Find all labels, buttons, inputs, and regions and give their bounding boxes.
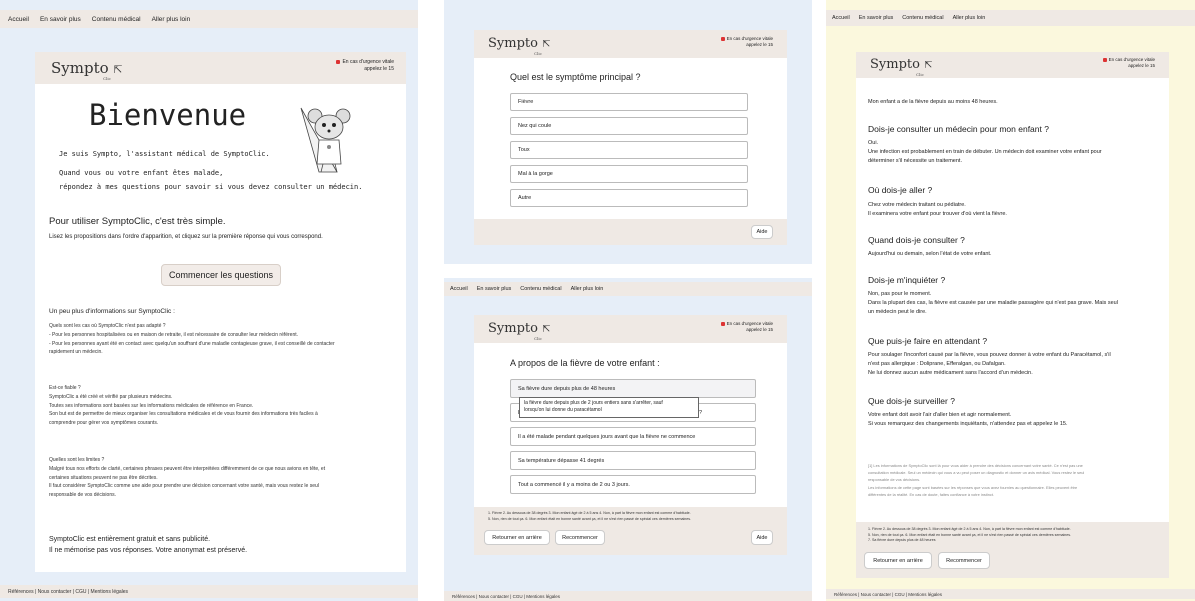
symptoclic-logo[interactable]: Sympto ⇱ Clic: [51, 59, 123, 81]
nav-accueil[interactable]: Accueil: [8, 16, 29, 23]
free-notice: SymptoClic est entièrement gratuit et sa…: [49, 536, 248, 555]
symptom-card: Sympto ⇱ Clic En cas d'urgence vitale ap…: [474, 30, 787, 245]
option-nez-qui-coule[interactable]: Nez qui coule: [510, 117, 748, 135]
welcome-title: Bienvenue: [89, 98, 247, 132]
card-header: Sympto ⇱ Clic En cas d'urgence vitale ap…: [474, 30, 787, 58]
back-button[interactable]: Retourner en arrière: [864, 552, 932, 569]
urgence-notice: En cas d'urgence vitale appelez le 15: [336, 59, 394, 73]
info-title: Un peu plus d'informations sur SymptoCli…: [49, 308, 175, 315]
help-button[interactable]: Aide: [751, 225, 773, 239]
symptom-screen: Sympto ⇱ Clic En cas d'urgence vitale ap…: [444, 0, 812, 264]
footer-links[interactable]: Références | Nous contacter | CGU | Ment…: [444, 591, 812, 601]
fever-screen: Accueil En savoir plus Contenu médical A…: [444, 278, 812, 601]
nav-en-savoir-plus[interactable]: En savoir plus: [477, 286, 512, 292]
symptoclic-logo[interactable]: Sympto ⇱ Clic: [488, 321, 551, 341]
nav-aller-plus-loin[interactable]: Aller plus loin: [953, 15, 986, 21]
answer-history: 1. Fièvre 2. Au dessous de 38 degrés 3. …: [868, 527, 1072, 543]
section-consulter-body: Oui. Une infection est probablement en t…: [868, 140, 1102, 164]
section-surveiller-title: Que dois-je surveiller ?: [868, 396, 955, 406]
section-inquieter-body: Non, pas pour le moment. Dans la plupart…: [868, 291, 1118, 315]
howto-title: Pour utiliser SymptoClic, c'est très sim…: [49, 216, 226, 227]
nav-accueil[interactable]: Accueil: [450, 286, 468, 292]
cursor-icon: ⇱: [113, 63, 123, 76]
section-attendant-title: Que puis-je faire en attendant ?: [868, 336, 988, 346]
fever-option-41-degres[interactable]: Sa température dépasse 41 degrés: [510, 451, 756, 470]
alert-icon: [720, 321, 725, 326]
section-consulter-title: Dois-je consulter un médecin pour mon en…: [868, 124, 1049, 134]
fever-option-malade-avant[interactable]: Il a été malade pendant quelques jours a…: [510, 427, 756, 446]
start-questions-button[interactable]: Commencer les questions: [161, 264, 281, 286]
urgence-notice: En cas d'urgence vitale appelez le 15: [720, 321, 773, 333]
nav-en-savoir-plus[interactable]: En savoir plus: [859, 15, 894, 21]
howto-text: Lisez les propositions dans l'ordre d'ap…: [49, 234, 323, 240]
top-nav: Accueil En savoir plus Contenu médical A…: [0, 10, 418, 28]
welcome-card: Sympto ⇱ Clic En cas d'urgence vitale ap…: [35, 52, 406, 572]
urgence-notice: En cas d'urgence vitale appelez le 15: [1102, 57, 1155, 69]
back-button[interactable]: Retourner en arrière: [484, 530, 550, 545]
cursor-icon: ⇱: [542, 324, 551, 335]
card-footer: 1. Fièvre 2. Au dessous de 38 degrés 3. …: [474, 507, 787, 555]
option-toux[interactable]: Toux: [510, 141, 748, 159]
urgence-notice: En cas d'urgence vitale appelez le 15: [720, 36, 773, 48]
card-footer: 1. Fièvre 2. Au dessous de 38 degrés 3. …: [856, 522, 1169, 578]
info-block-1: Quels sont les cas où SymptoClic n'est p…: [49, 323, 335, 356]
nav-aller-plus-loin[interactable]: Aller plus loin: [571, 286, 604, 292]
alert-icon: [336, 59, 341, 64]
info-block-3: Quelles sont les limites ? Malgré tous n…: [49, 457, 326, 498]
top-nav: Accueil En savoir plus Contenu médical A…: [444, 282, 812, 296]
footer-links[interactable]: Références | Nous contacter | CGU | Ment…: [0, 585, 418, 598]
nav-contenu-medical[interactable]: Contenu médical: [902, 15, 943, 21]
option-mal-gorge[interactable]: Mal à la gorge: [510, 165, 748, 183]
footer-links[interactable]: Références | Nous contacter | CGU | Ment…: [826, 589, 1195, 599]
section-quand-body: Aujourd'hui ou demain, selon l'état de v…: [868, 251, 992, 257]
fever-option-48h[interactable]: Sa fièvre dure depuis plus de 48 heures: [510, 379, 756, 398]
symptom-question: Quel est le symptôme principal ?: [510, 72, 641, 82]
alert-icon: [1102, 57, 1107, 62]
welcome-line2: Quand vous ou votre enfant êtes malade,: [59, 169, 224, 177]
restart-button[interactable]: Recommencer: [555, 530, 605, 545]
card-header: Sympto ⇱ Clic En cas d'urgence vitale ap…: [474, 315, 787, 343]
section-attendant-body: Pour soulager l'inconfort causé par la f…: [868, 352, 1111, 376]
restart-button[interactable]: Recommencer: [938, 552, 990, 569]
nav-en-savoir-plus[interactable]: En savoir plus: [40, 16, 81, 23]
fever-card: Sympto ⇱ Clic En cas d'urgence vitale ap…: [474, 315, 787, 555]
nav-aller-plus-loin[interactable]: Aller plus loin: [152, 16, 191, 23]
option-fievre[interactable]: Fièvre: [510, 93, 748, 111]
symptoclic-logo[interactable]: Sympto ⇱ Clic: [488, 36, 551, 56]
answer-history: 1. Fièvre 2. Au dessous de 38 degrés 3. …: [488, 511, 692, 521]
welcome-line3: répondez à mes questions pour savoir si …: [59, 183, 363, 191]
result-intro: Mon enfant a de la fièvre depuis au moin…: [868, 99, 998, 105]
card-header: Sympto ⇱ Clic En cas d'urgence vitale ap…: [856, 52, 1169, 78]
card-footer: Aide: [474, 219, 787, 245]
welcome-intro: Je suis Sympto, l'assistant médical de S…: [59, 150, 270, 158]
section-surveiller-body: Votre enfant doit avoir l'air d'aller bi…: [868, 412, 1068, 427]
result-card: Sympto ⇱ Clic En cas d'urgence vitale ap…: [856, 52, 1169, 578]
section-ou-aller-body: Chez votre médecin traitant ou pédiatre.…: [868, 202, 1007, 217]
cursor-icon: ⇱: [924, 60, 933, 71]
card-header: Sympto ⇱ Clic En cas d'urgence vitale ap…: [35, 52, 406, 84]
info-block-2: Est-ce fiable ? SymptoClic a été créé et…: [49, 385, 318, 426]
section-quand-title: Quand dois-je consulter ?: [868, 235, 965, 245]
cursor-icon: ⇱: [542, 39, 551, 50]
option-tooltip: la fièvre dure depuis plus de 2 jours en…: [519, 397, 699, 418]
alert-icon: [720, 36, 725, 41]
option-autre[interactable]: Autre: [510, 189, 748, 207]
section-ou-aller-title: Où dois-je aller ?: [868, 185, 933, 195]
nav-contenu-medical[interactable]: Contenu médical: [92, 16, 141, 23]
help-button[interactable]: Aide: [751, 530, 773, 545]
nav-contenu-medical[interactable]: Contenu médical: [520, 286, 561, 292]
mascot-image: [297, 102, 357, 177]
top-nav: Accueil En savoir plus Contenu médical A…: [826, 10, 1195, 26]
fever-question: A propos de la fièvre de votre enfant :: [510, 358, 660, 368]
fever-option-moins-3-jours[interactable]: Tout a commencé il y a moins de 2 ou 3 j…: [510, 475, 756, 494]
symptoclic-logo[interactable]: Sympto ⇱ Clic: [870, 57, 933, 77]
section-inquieter-title: Dois-je m'inquiéter ?: [868, 275, 946, 285]
result-screen: Accueil En savoir plus Contenu médical A…: [826, 0, 1195, 601]
welcome-screen: Accueil En savoir plus Contenu médical A…: [0, 0, 418, 601]
nav-accueil[interactable]: Accueil: [832, 15, 850, 21]
disclaimer: [1] Les informations de SymptoClic sont …: [868, 463, 1085, 497]
